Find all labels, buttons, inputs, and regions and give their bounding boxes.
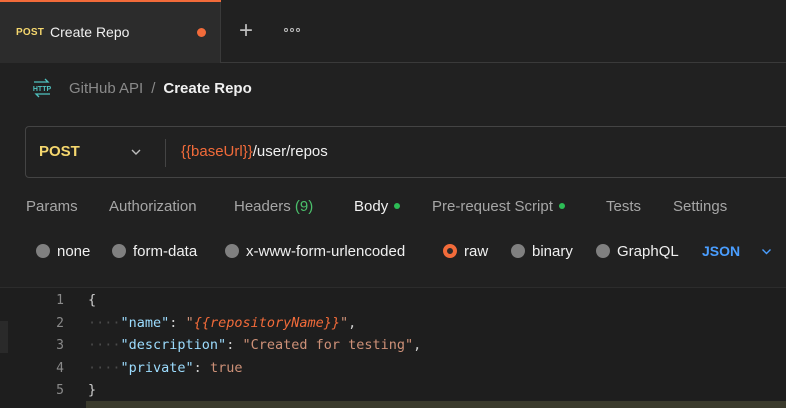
format-select[interactable]: JSON [702, 243, 740, 259]
code-line: { [88, 292, 96, 308]
breadcrumb-collection[interactable]: GitHub API [69, 80, 143, 97]
radio-raw[interactable] [443, 244, 457, 258]
tab-body-label: Body [354, 198, 389, 215]
json-key: "name" [120, 315, 170, 331]
request-tab[interactable]: POST Create Repo [0, 0, 221, 63]
indent-guide: ···· [88, 337, 121, 353]
code-line: ····"name": "{{repositoryName}}", [88, 315, 356, 331]
json-colon: : [169, 315, 186, 331]
line-number: 1 [56, 293, 64, 308]
code-editor[interactable]: 1 2 3 4 5 { ····"name": "{{repositoryNam… [0, 287, 786, 408]
url-variable: {{baseUrl}} [181, 143, 253, 160]
radio-graphql[interactable] [596, 244, 610, 258]
json-key: "description" [120, 337, 227, 353]
line-number: 3 [56, 338, 64, 353]
tab-headers-label: Headers [234, 198, 291, 215]
body-active-dot-icon [394, 203, 401, 209]
prerequest-active-dot-icon [558, 203, 565, 209]
tab-method-label: POST [16, 26, 45, 38]
tab-body[interactable]: Body [354, 198, 401, 215]
line-number: 5 [56, 383, 64, 398]
json-colon: : [193, 360, 210, 376]
radio-form-data-label[interactable]: form-data [133, 243, 197, 260]
code-line: } [88, 382, 96, 398]
indent-guide: ···· [88, 315, 121, 331]
active-tab-indicator [0, 0, 221, 2]
radio-raw-label[interactable]: raw [464, 243, 488, 260]
radio-binary-label[interactable]: binary [532, 243, 573, 260]
radio-binary[interactable] [511, 244, 525, 258]
json-string-value: "Created for testing" [242, 337, 414, 353]
url-divider [165, 139, 166, 167]
tab-bar: POST Create Repo + [0, 0, 786, 63]
body-type-selector: none form-data x-www-form-urlencoded raw… [0, 240, 786, 264]
ellipsis-icon[interactable] [280, 22, 304, 38]
radio-none-label[interactable]: none [57, 243, 90, 260]
svg-text:HTTP: HTTP [33, 86, 52, 93]
code-line: ····"description": "Created for testing"… [88, 337, 421, 353]
http-icon: HTTP [33, 78, 52, 98]
json-colon: : [226, 337, 243, 353]
chevron-down-icon[interactable] [760, 245, 773, 258]
json-comma: , [413, 337, 422, 353]
url-input[interactable]: {{baseUrl}}/user/repos [181, 143, 328, 160]
json-quote: " [340, 315, 349, 331]
tab-bar-divider [221, 62, 786, 63]
tab-settings[interactable]: Settings [673, 198, 727, 215]
tab-authorization[interactable]: Authorization [109, 198, 197, 215]
editor-gutter-shade [0, 321, 8, 353]
json-boolean-value: true [209, 360, 243, 376]
tab-title: Create Repo [50, 23, 130, 40]
radio-urlencoded[interactable] [225, 244, 239, 258]
unsaved-changes-dot-icon [197, 28, 206, 37]
radio-form-data[interactable] [112, 244, 126, 258]
tab-prerequest-script[interactable]: Pre-request Script [432, 198, 565, 215]
breadcrumb-separator: / [151, 79, 156, 97]
line-number: 4 [56, 361, 64, 376]
request-tabs: Params Authorization Headers (9) Body Pr… [0, 196, 786, 220]
indent-guide: ···· [88, 360, 121, 376]
breadcrumb-current-request[interactable]: Create Repo [163, 80, 251, 97]
line-number: 2 [56, 316, 64, 331]
url-bar: POST {{baseUrl}}/user/repos [25, 126, 786, 178]
tab-tests[interactable]: Tests [606, 198, 641, 215]
open-brace: { [88, 292, 97, 308]
json-quote: " [185, 315, 194, 331]
json-comma: , [348, 315, 357, 331]
breadcrumb: HTTP GitHub API / Create Repo [31, 76, 252, 100]
headers-count-badge: (9) [294, 198, 314, 215]
radio-urlencoded-label[interactable]: x-www-form-urlencoded [246, 243, 405, 260]
url-path: /user/repos [252, 143, 328, 160]
json-variable: {{repositoryName}} [193, 315, 341, 331]
tab-params[interactable]: Params [26, 198, 78, 215]
radio-none[interactable] [36, 244, 50, 258]
close-brace: } [88, 382, 97, 398]
json-key: "private" [120, 360, 194, 376]
code-line: ····"private": true [88, 360, 242, 376]
tab-headers[interactable]: Headers (9) [234, 198, 313, 215]
radio-graphql-label[interactable]: GraphQL [617, 243, 679, 260]
chevron-down-icon[interactable] [129, 145, 143, 159]
tab-prerequest-label: Pre-request Script [432, 198, 553, 215]
plus-icon[interactable]: + [235, 18, 257, 44]
method-select[interactable]: POST [39, 143, 80, 160]
